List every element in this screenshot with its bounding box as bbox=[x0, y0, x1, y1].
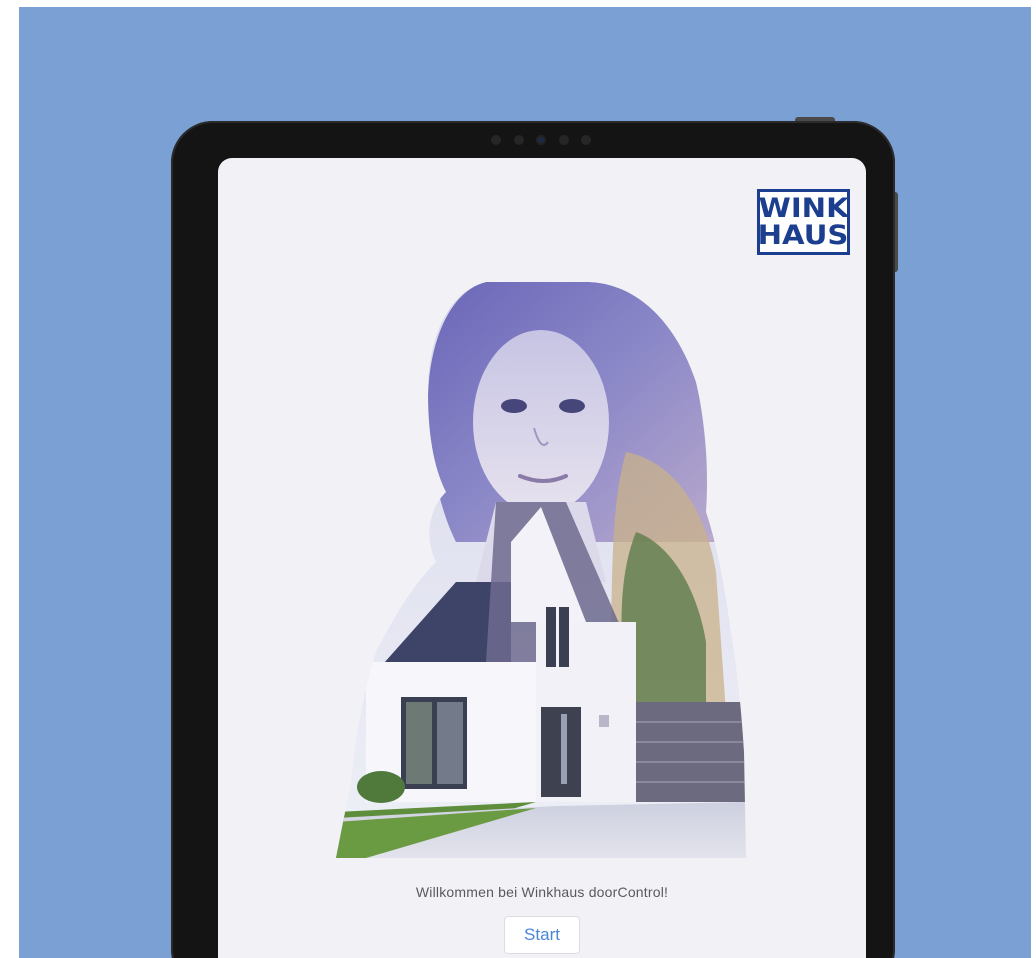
tablet-device: WINK HAUS Willkommen bei Winkhaus doorCo… bbox=[171, 121, 895, 958]
camera-lens-icon bbox=[536, 135, 546, 145]
logo-line-top: WINK bbox=[758, 193, 849, 224]
sensor-dot bbox=[558, 135, 569, 145]
welcome-message: Willkommen bei Winkhaus doorControl! bbox=[415, 884, 669, 900]
camera-bar bbox=[491, 133, 591, 147]
sensor-dot bbox=[581, 135, 591, 145]
app-screen: WINK HAUS Willkommen bei Winkhaus doorCo… bbox=[218, 158, 866, 958]
sensor-dot bbox=[513, 135, 524, 145]
start-button[interactable]: Start bbox=[504, 916, 580, 954]
hero-illustration bbox=[336, 282, 746, 858]
logo-line-bottom: HAUS bbox=[758, 220, 849, 251]
winkhaus-logo: WINK HAUS bbox=[757, 189, 850, 255]
page-background: WINK HAUS Willkommen bei Winkhaus doorCo… bbox=[19, 7, 1031, 958]
sensor-dot bbox=[491, 135, 501, 145]
